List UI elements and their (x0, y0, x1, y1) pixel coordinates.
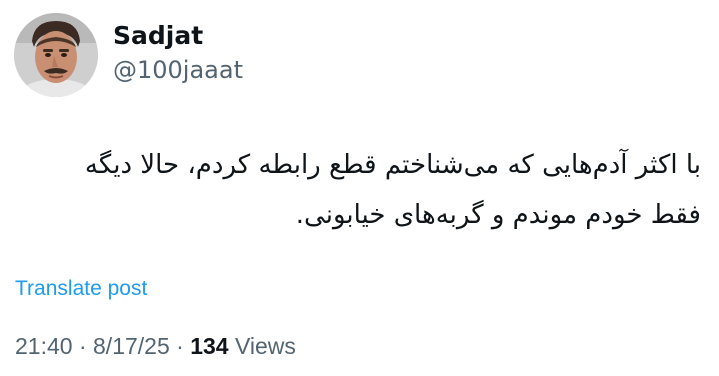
post-container: Sadjat @100jaaat با اکثر آدم‌هایی که می‌… (0, 0, 719, 376)
post-time[interactable]: 21:40 (15, 333, 73, 359)
meta-separator: · (176, 333, 184, 359)
meta-separator: · (78, 333, 87, 359)
post-metadata: 21:40 · 8/17/25 · 134 Views (15, 330, 296, 362)
post-text-line: فقط خودم موندم و گربه‌های خیابونی. (295, 200, 701, 230)
author-display-name[interactable]: Sadjat (113, 20, 203, 52)
views-label: Views (234, 333, 296, 359)
translate-post-link[interactable]: Translate post (15, 274, 147, 304)
post-text: با اکثر آدم‌هایی که می‌شناختم قطع رابطه … (31, 140, 701, 240)
post-date[interactable]: 8/17/25 (93, 333, 170, 359)
post-text-line: با اکثر آدم‌هایی که می‌شناختم قطع رابطه … (84, 150, 701, 180)
avatar[interactable] (14, 13, 98, 97)
views-count: 134 (190, 333, 229, 359)
author-handle[interactable]: @100jaaat (113, 54, 243, 86)
avatar-portrait-icon (14, 13, 98, 97)
